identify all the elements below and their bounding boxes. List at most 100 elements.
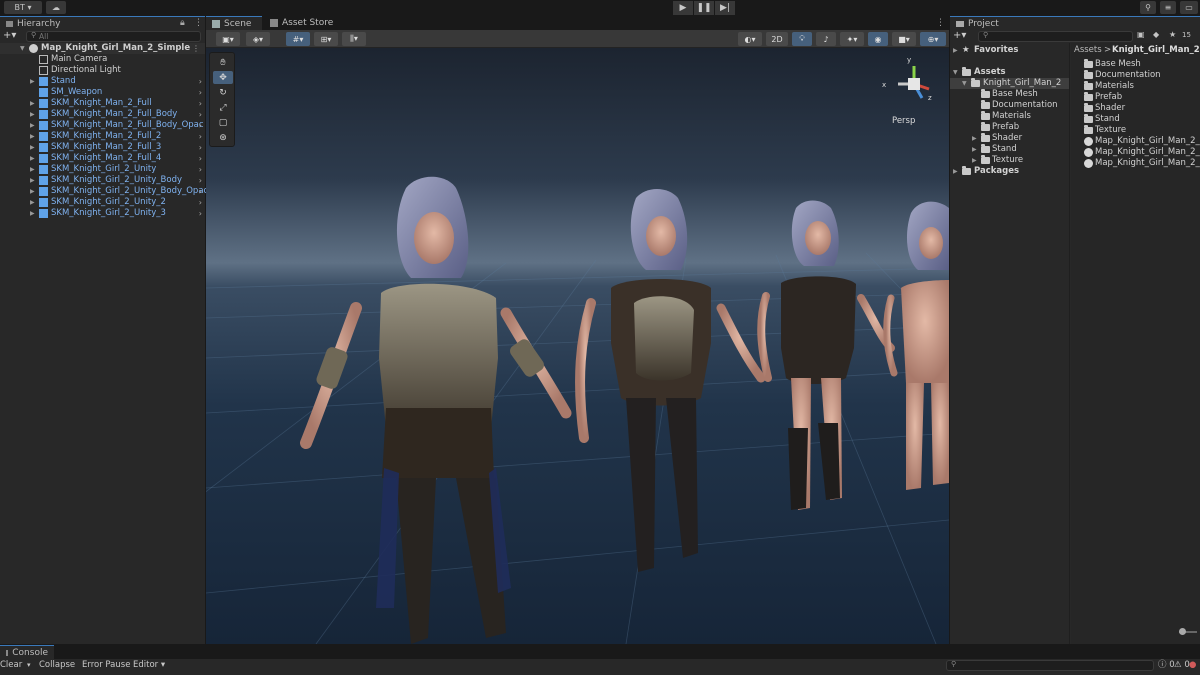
orientation-gizmo[interactable]: y x z Persp <box>876 54 946 130</box>
add-icon[interactable]: +▾ <box>3 30 16 41</box>
content-folder-item[interactable]: Prefab <box>1071 92 1200 103</box>
prefab-open-icon[interactable]: › <box>199 131 202 142</box>
gizmos-dropdown[interactable]: ⊕▾ <box>920 32 946 46</box>
shading-dropdown[interactable]: ◈▾ <box>246 32 270 46</box>
console-search[interactable]: ⚲ <box>946 660 1154 671</box>
clear-button[interactable]: Clear <box>0 659 22 672</box>
play-icon[interactable]: ▶ <box>673 1 693 15</box>
favorites-row[interactable]: ▶ ★ Favorites <box>950 45 1069 56</box>
zoom-slider[interactable] <box>1179 628 1197 635</box>
layers-icon[interactable]: ≡ <box>1160 1 1176 14</box>
prefab-open-icon[interactable]: › <box>199 175 202 186</box>
hierarchy-item[interactable]: ▶ SKM_Knight_Man_2_Full_4 › <box>0 153 205 164</box>
editor-dropdown[interactable]: Editor ▾ <box>133 659 165 672</box>
expand-arrow-icon[interactable]: ▶ <box>30 208 35 219</box>
pause-icon[interactable]: ❚❚ <box>694 1 714 15</box>
hierarchy-item[interactable]: ▶ SKM_Knight_Man_2_Full_3 › <box>0 142 205 153</box>
tree-folder-row[interactable]: ▶ Texture <box>950 155 1069 166</box>
content-scene-item[interactable]: Map_Knight_Girl_Man_2_HD <box>1071 136 1200 147</box>
hierarchy-item[interactable]: SM_Weapon › <box>0 87 205 98</box>
tree-folder-row[interactable]: Materials <box>950 111 1069 122</box>
content-folder-item[interactable]: Stand <box>1071 114 1200 125</box>
hidden-count-icon[interactable]: 15 <box>1182 31 1191 39</box>
tree-folder-row[interactable]: ▶ Shader <box>950 133 1069 144</box>
expand-arrow-icon[interactable]: ▶ <box>30 153 35 164</box>
increment-snap-dropdown[interactable]: ⊞▾ <box>314 32 338 46</box>
error-count[interactable]: ● <box>1189 659 1196 672</box>
assets-row[interactable]: ▼ Assets <box>950 67 1069 78</box>
tree-folder-row[interactable]: Base Mesh <box>950 89 1069 100</box>
align-dropdown[interactable]: ⫼▾ <box>342 32 366 46</box>
lighting-toggle-icon[interactable]: 💡︎ <box>792 32 812 46</box>
prefab-open-icon[interactable]: › <box>199 153 202 164</box>
hierarchy-item[interactable]: ▶ SKM_Knight_Man_2_Full_2 › <box>0 131 205 142</box>
prefab-open-icon[interactable]: › <box>199 164 202 175</box>
lock-icon[interactable]: 🔒︎ <box>180 18 185 28</box>
clear-dropdown-icon[interactable]: ▾ <box>27 659 31 672</box>
transform-tool-icon[interactable]: ⊛ <box>213 131 233 144</box>
zoom-slider-handle[interactable] <box>1179 628 1186 635</box>
content-folder-item[interactable]: Materials <box>1071 81 1200 92</box>
content-scene-item[interactable]: Map_Knight_Girl_Man_2_UI <box>1071 158 1200 169</box>
breadcrumb-current[interactable]: Knight_Girl_Man_2 <box>1112 45 1200 56</box>
collapse-arrow-icon[interactable]: ▶ <box>953 45 958 56</box>
project-search[interactable]: ⚲ <box>978 31 1133 42</box>
filter-type-icon[interactable]: ▣ <box>1137 30 1145 39</box>
expand-arrow-icon[interactable]: ▼ <box>953 67 958 78</box>
content-folder-item[interactable]: Shader <box>1071 103 1200 114</box>
expand-arrow-icon[interactable]: ▶ <box>30 98 35 109</box>
toggle-2d-button[interactable]: 2D <box>766 32 788 46</box>
content-scene-item[interactable]: Map_Knight_Girl_Man_2_Si <box>1071 147 1200 158</box>
tab-asset-store[interactable]: Asset Store <box>264 16 339 30</box>
hierarchy-search-input[interactable] <box>39 32 189 41</box>
hierarchy-item[interactable]: Main Camera <box>0 54 205 65</box>
rotate-tool-icon[interactable]: ↻ <box>213 86 233 99</box>
hierarchy-root-row[interactable]: ▼ Map_Knight_Girl_Man_2_Simple ⋮ <box>0 43 205 54</box>
hierarchy-item[interactable]: Directional Light <box>0 65 205 76</box>
render-mode-dropdown[interactable]: ◐▾ <box>738 32 762 46</box>
kebab-menu-icon[interactable]: ⋮ <box>194 18 203 28</box>
warning-count[interactable]: ⚠ 0 <box>1174 659 1190 672</box>
prefab-open-icon[interactable]: › <box>199 197 202 208</box>
visibility-toggle-icon[interactable]: ◉ <box>868 32 888 46</box>
expand-arrow-icon[interactable]: ▶ <box>30 109 35 120</box>
collapse-arrow-icon[interactable]: ▶ <box>972 144 977 155</box>
hand-tool-icon[interactable]: ✋︎ <box>213 56 233 69</box>
tab-console[interactable]: Console <box>0 645 54 659</box>
prefab-open-icon[interactable]: › <box>199 208 202 219</box>
content-folder-item[interactable]: Documentation <box>1071 70 1200 81</box>
expand-arrow-icon[interactable]: ▶ <box>30 120 35 131</box>
hierarchy-search[interactable]: ⚲ <box>26 31 201 42</box>
collapse-arrow-icon[interactable]: ▶ <box>972 133 977 144</box>
prefab-open-icon[interactable]: › <box>199 87 202 98</box>
scale-tool-icon[interactable]: ⤢ <box>213 101 233 114</box>
hierarchy-item[interactable]: ▶ SKM_Knight_Girl_2_Unity_Body_Opac › <box>0 186 208 197</box>
collapse-button[interactable]: Collapse <box>39 659 75 672</box>
hierarchy-item[interactable]: ▶ SKM_Knight_Girl_2_Unity › <box>0 164 205 175</box>
expand-arrow-icon[interactable]: ▶ <box>30 186 35 197</box>
expand-arrow-icon[interactable]: ▶ <box>30 197 35 208</box>
kebab-menu-icon[interactable]: ⋮ <box>936 18 945 28</box>
tree-root-row[interactable]: ▼ Knight_Girl_Man_2 <box>950 78 1069 89</box>
tree-folder-row[interactable]: Prefab <box>950 122 1069 133</box>
camera-dropdown[interactable]: ■▾ <box>892 32 916 46</box>
hierarchy-item[interactable]: ▶ Stand › <box>0 76 205 87</box>
breadcrumb-assets[interactable]: Assets <box>1074 45 1102 56</box>
step-icon[interactable]: ▶| <box>715 1 735 15</box>
tree-folder-row[interactable]: ▶ Stand <box>950 144 1069 155</box>
hierarchy-item[interactable]: ▶ SKM_Knight_Man_2_Full › <box>0 98 205 109</box>
favorite-icon[interactable]: ★ <box>1169 30 1176 39</box>
search-icon[interactable]: ⚲ <box>1140 1 1156 14</box>
cloud-icon[interactable]: ☁ <box>46 1 66 14</box>
expand-arrow-icon[interactable]: ▶ <box>30 164 35 175</box>
hierarchy-item[interactable]: ▶ SKM_Knight_Girl_2_Unity_Body › <box>0 175 205 186</box>
content-folder-item[interactable]: Texture <box>1071 125 1200 136</box>
error-pause-button[interactable]: Error Pause <box>82 659 130 672</box>
hierarchy-item[interactable]: ▶ SKM_Knight_Man_2_Full_Body_Opac › <box>0 120 205 131</box>
hierarchy-item[interactable]: ▶ SKM_Knight_Man_2_Full_Body › <box>0 109 205 120</box>
add-icon[interactable]: +▾ <box>953 30 966 41</box>
filter-label-icon[interactable]: ◆ <box>1153 30 1159 39</box>
tab-hierarchy[interactable]: Hierarchy <box>0 16 205 30</box>
prefab-open-icon[interactable]: › <box>199 142 202 153</box>
info-count[interactable]: ⓘ 0 <box>1158 659 1175 672</box>
